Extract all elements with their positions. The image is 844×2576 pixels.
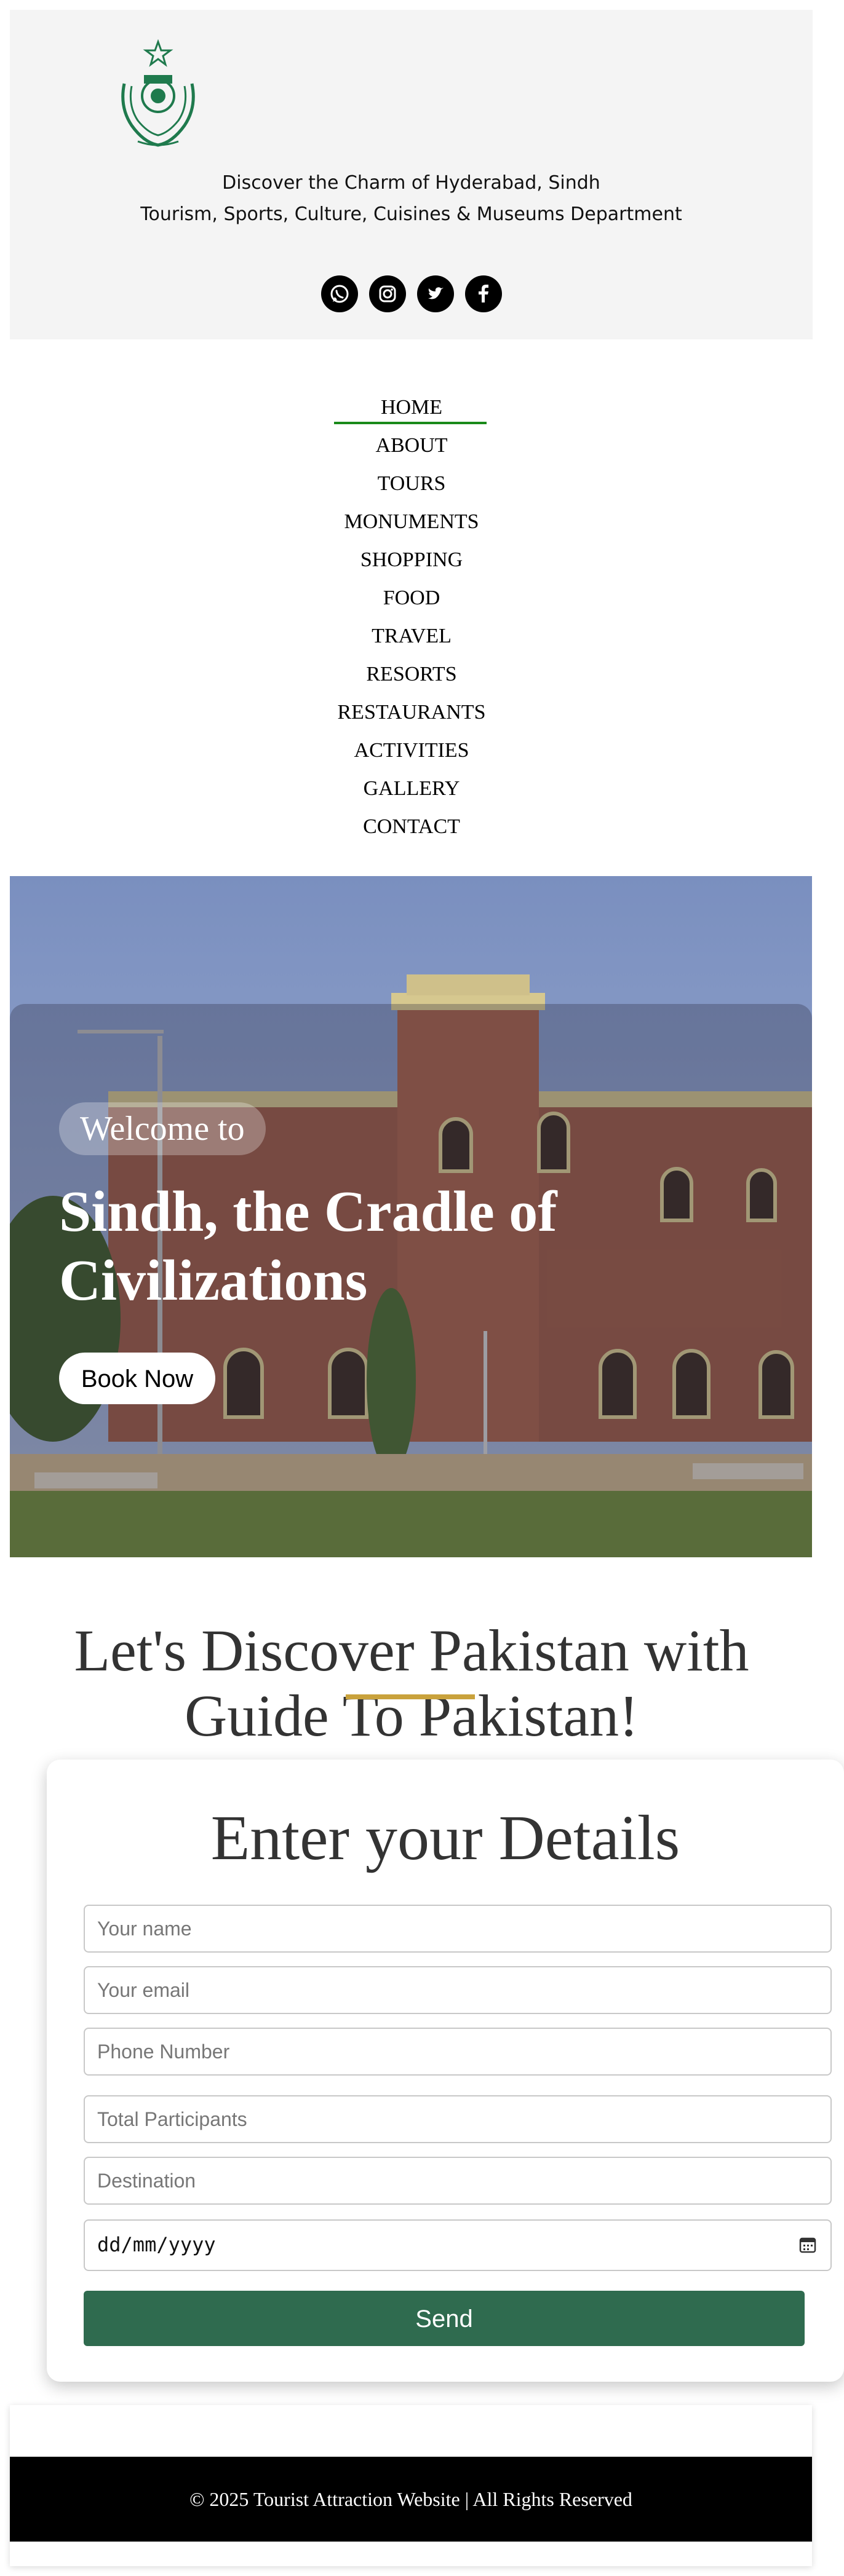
nav-label: SHOPPING xyxy=(360,548,463,571)
hero-title-line1: Sindh, the Cradle of xyxy=(59,1180,557,1244)
tagline-city: Discover the Charm of Hyderabad, Sindh xyxy=(222,172,600,194)
twitter-icon[interactable] xyxy=(416,275,454,312)
tagline-department: Tourism, Sports, Culture, Cuisines & Mus… xyxy=(140,203,682,225)
nav-item-monuments[interactable]: MONUMENTS xyxy=(0,507,823,545)
nav-label: RESTAURANTS xyxy=(337,701,486,724)
participants-field[interactable] xyxy=(84,2095,832,2143)
nav-label: RESORTS xyxy=(366,663,457,685)
nav-item-food[interactable]: FOOD xyxy=(0,583,823,621)
nav-item-home[interactable]: HOME xyxy=(0,392,823,430)
nav-label: TOURS xyxy=(377,472,446,495)
booking-form: Enter your Details dd/mm/yyyy Send xyxy=(47,1760,844,2382)
nav-label: FOOD xyxy=(383,587,440,609)
destination-field[interactable] xyxy=(84,2157,832,2205)
nav-item-travel[interactable]: TRAVEL xyxy=(0,621,823,659)
nav-label: ABOUT xyxy=(375,434,448,457)
nav-label: GALLERY xyxy=(363,777,460,800)
date-field[interactable]: dd/mm/yyyy xyxy=(84,2219,832,2271)
nav-item-resorts[interactable]: RESORTS xyxy=(0,659,823,697)
email-field[interactable] xyxy=(84,1966,832,2014)
nav-item-restaurants[interactable]: RESTAURANTS xyxy=(0,697,823,735)
nav-label: HOME xyxy=(380,396,443,419)
nav-label: CONTACT xyxy=(363,815,460,838)
nav-item-activities[interactable]: ACTIVITIES xyxy=(0,735,823,773)
form-title: Enter your Details xyxy=(210,1803,680,1873)
hero-title-line2: Civilizations xyxy=(59,1249,368,1313)
nav-label: ACTIVITIES xyxy=(354,739,469,762)
discover-line2: Guide To Pakistan! xyxy=(184,1683,639,1748)
facebook-icon[interactable] xyxy=(464,275,502,312)
active-nav-underline xyxy=(334,422,487,424)
main-navigation: HOME ABOUT TOURS MONUMENTS SHOPPING FOOD… xyxy=(0,392,823,850)
nav-item-contact[interactable]: CONTACT xyxy=(0,812,823,850)
welcome-badge: Welcome to xyxy=(59,1102,266,1155)
phone-field[interactable] xyxy=(84,2028,832,2076)
discover-line1: Let's Discover Pakistan with xyxy=(74,1618,749,1683)
book-now-button[interactable]: Book Now xyxy=(59,1353,215,1404)
social-links xyxy=(10,275,813,312)
nav-item-about[interactable]: ABOUT xyxy=(0,430,823,468)
sindh-emblem-logo[interactable] xyxy=(107,39,209,150)
nav-item-shopping[interactable]: SHOPPING xyxy=(0,545,823,583)
site-header: Discover the Charm of Hyderabad, Sindh T… xyxy=(10,10,813,339)
instagram-icon[interactable] xyxy=(368,275,406,312)
hero-title: Sindh, the Cradle of Civilizations xyxy=(59,1177,674,1315)
nav-item-gallery[interactable]: GALLERY xyxy=(0,773,823,812)
nav-label: TRAVEL xyxy=(372,625,452,647)
footer-container: © 2025 Tourist Attraction Website | All … xyxy=(10,2405,812,2566)
discover-accent-underline xyxy=(346,1694,475,1699)
hero-banner: Welcome to Sindh, the Cradle of Civiliza… xyxy=(10,876,812,1557)
footer-copyright: © 2025 Tourist Attraction Website | All … xyxy=(10,2457,812,2542)
discover-heading: Let's Discover Pakistan with Guide To Pa… xyxy=(0,1618,823,1748)
whatsapp-icon[interactable] xyxy=(320,275,358,312)
emblem-icon xyxy=(121,39,195,147)
nav-label: MONUMENTS xyxy=(344,510,479,533)
name-field[interactable] xyxy=(84,1905,832,1953)
send-button[interactable]: Send xyxy=(84,2291,805,2346)
calendar-icon[interactable] xyxy=(798,2235,817,2254)
date-placeholder: dd/mm/yyyy xyxy=(97,2233,216,2256)
nav-item-tours[interactable]: TOURS xyxy=(0,468,823,507)
